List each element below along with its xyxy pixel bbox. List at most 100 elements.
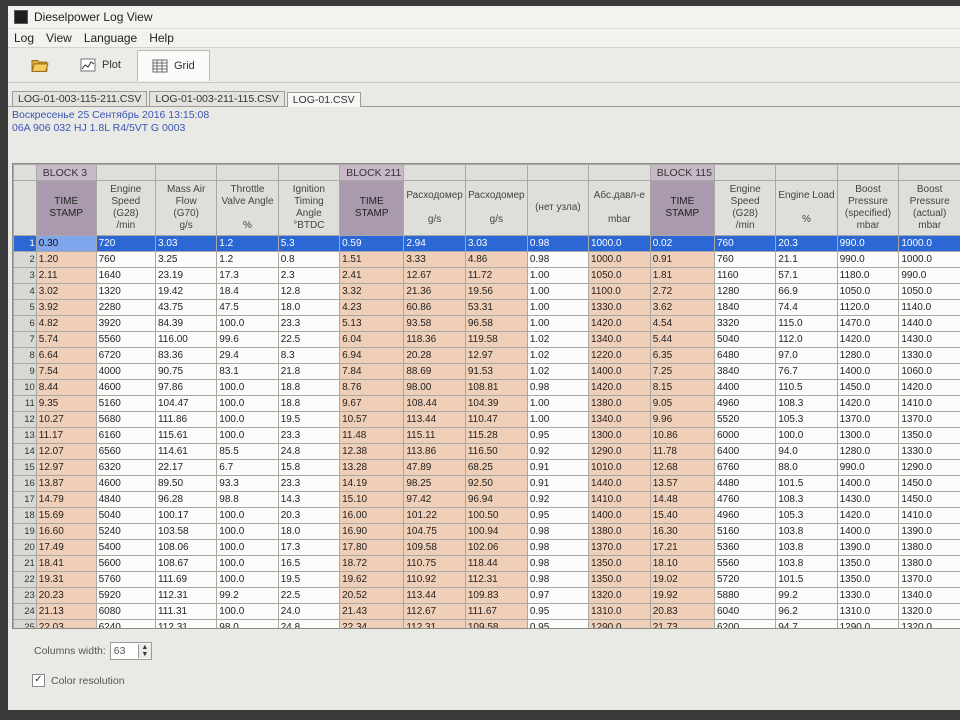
grid-cell[interactable]: 15.10 — [339, 491, 405, 508]
grid-cell[interactable]: 108.81 — [464, 379, 528, 396]
grid-cell[interactable]: 16.90 — [339, 523, 405, 540]
grid-cell[interactable]: 100.0 — [216, 555, 279, 572]
grid-cell[interactable]: 0.98 — [526, 539, 590, 556]
grid-cell[interactable]: 113.44 — [403, 587, 466, 604]
row-number[interactable]: 21 — [13, 555, 37, 572]
grid-cell[interactable]: 19.42 — [154, 283, 218, 300]
grid-cell[interactable]: 93.3 — [216, 475, 279, 492]
grid-cell[interactable]: 6.64 — [35, 347, 97, 364]
grid-cell[interactable]: 6.7 — [216, 459, 279, 476]
grid-cell[interactable]: 8.15 — [649, 379, 715, 396]
grid-cell[interactable]: 1370.0 — [898, 571, 960, 588]
file-tab[interactable]: LOG-01-003-115-211.CSV — [12, 91, 148, 106]
grid-cell[interactable]: 1340.0 — [898, 587, 960, 604]
row-number[interactable]: 15 — [13, 459, 37, 476]
grid-cell[interactable]: 99.2 — [216, 587, 279, 604]
grid-cell[interactable]: 1840 — [713, 299, 777, 316]
color-resolution-checkbox[interactable]: ✓ — [32, 674, 45, 687]
grid-cell[interactable]: 3920 — [95, 315, 156, 332]
grid-cell[interactable]: 21.73 — [649, 619, 715, 628]
row-number[interactable]: 14 — [13, 443, 37, 460]
grid-cell[interactable]: 1.51 — [339, 251, 405, 268]
grid-cell[interactable]: 21.43 — [339, 603, 405, 620]
grid-cell[interactable]: 760 — [95, 251, 156, 268]
grid-cell[interactable]: 7.54 — [35, 363, 97, 380]
grid-cell[interactable]: 89.50 — [154, 475, 218, 492]
grid-cell[interactable]: 0.98 — [526, 523, 590, 540]
table-row[interactable]: 20 17.49 5400 108.06 100.0 17.3 17.80 109.58 102… — [13, 539, 960, 556]
row-number[interactable]: 23 — [13, 587, 37, 604]
grid-cell[interactable]: 66.9 — [775, 283, 838, 300]
grid-cell[interactable]: 111.86 — [154, 411, 218, 428]
grid-cell[interactable]: 1.00 — [526, 395, 590, 412]
grid-cell[interactable]: 91.53 — [464, 363, 528, 380]
grid-cell[interactable]: 0.95 — [526, 619, 590, 628]
grid-cell[interactable]: 5880 — [713, 587, 777, 604]
grid-cell[interactable]: 5.13 — [339, 315, 405, 332]
grid-cell[interactable]: 100.0 — [216, 603, 279, 620]
grid-cell[interactable]: 0.30 — [35, 235, 97, 252]
table-row[interactable]: 3 2.11 1640 23.19 17.3 2.3 2.41 12.67 11.72 1.00 1… — [13, 267, 960, 284]
grid-cell[interactable]: 12.07 — [35, 443, 97, 460]
grid-cell[interactable]: 1400.0 — [836, 363, 900, 380]
grid-cell[interactable]: 1350.0 — [588, 571, 651, 588]
grid-cell[interactable]: 4600 — [95, 475, 156, 492]
plot-button[interactable]: Plot — [66, 50, 135, 80]
grid-cell[interactable]: 5160 — [713, 523, 777, 540]
grid-cell[interactable]: 12.67 — [403, 267, 466, 284]
grid-cell[interactable]: 112.31 — [154, 587, 218, 604]
grid-cell[interactable]: 5560 — [95, 331, 156, 348]
grid-cell[interactable]: 3.03 — [464, 235, 528, 252]
grid-cell[interactable]: 0.98 — [526, 235, 590, 252]
grid-cell[interactable]: 108.3 — [775, 395, 838, 412]
grid-cell[interactable]: 1330.0 — [898, 443, 960, 460]
grid-cell[interactable]: 10.27 — [35, 411, 97, 428]
grid-cell[interactable]: 12.97 — [464, 347, 528, 364]
grid-cell[interactable]: 8.76 — [339, 379, 405, 396]
grid-cell[interactable]: 47.5 — [216, 299, 279, 316]
grid-cell[interactable]: 19.62 — [339, 571, 405, 588]
grid-cell[interactable]: 20.3 — [277, 507, 341, 524]
grid-cell[interactable]: 2.72 — [649, 283, 715, 300]
grid-cell[interactable]: 76.7 — [775, 363, 838, 380]
grid-cell[interactable]: 1420.0 — [836, 507, 900, 524]
table-row[interactable]: 23 20.23 5920 112.31 99.2 22.5 20.52 113.44 109.… — [13, 587, 960, 604]
grid-cell[interactable]: 100.94 — [464, 523, 528, 540]
grid-cell[interactable]: 5040 — [95, 507, 156, 524]
grid-cell[interactable]: 1310.0 — [588, 603, 651, 620]
row-number[interactable]: 20 — [13, 539, 37, 556]
grid-cell[interactable]: 1120.0 — [836, 299, 900, 316]
grid-cell[interactable]: 1440.0 — [898, 315, 960, 332]
grid-cell[interactable]: 101.22 — [403, 507, 466, 524]
grid-cell[interactable]: 88.69 — [403, 363, 466, 380]
grid-cell[interactable]: 0.91 — [526, 459, 590, 476]
grid-cell[interactable]: 1350.0 — [836, 571, 900, 588]
grid-cell[interactable]: 5400 — [95, 539, 156, 556]
grid-cell[interactable]: 5560 — [713, 555, 777, 572]
grid-cell[interactable]: 0.95 — [526, 427, 590, 444]
grid-cell[interactable]: 0.91 — [526, 475, 590, 492]
table-row[interactable]: 10 8.44 4600 97.86 100.0 18.8 8.76 98.00 108.81 0… — [13, 379, 960, 396]
grid-cell[interactable]: 1380.0 — [898, 539, 960, 556]
grid-cell[interactable]: 11.17 — [35, 427, 97, 444]
grid-cell[interactable]: 1420.0 — [588, 315, 651, 332]
grid-cell[interactable]: 96.94 — [464, 491, 528, 508]
column-header[interactable]: Абс.давл-е mbar — [588, 180, 651, 236]
grid-cell[interactable]: 110.47 — [464, 411, 528, 428]
grid-cell[interactable]: 68.25 — [464, 459, 528, 476]
grid-cell[interactable]: 53.31 — [464, 299, 528, 316]
grid-cell[interactable]: 1280.0 — [836, 443, 900, 460]
grid-cell[interactable]: 23.3 — [277, 475, 341, 492]
column-header[interactable]: Engine Load % — [775, 180, 838, 236]
grid-cell[interactable]: 20.3 — [775, 235, 838, 252]
grid-cell[interactable]: 0.92 — [526, 491, 590, 508]
grid-cell[interactable]: 104.39 — [464, 395, 528, 412]
open-log-button[interactable] — [16, 50, 64, 80]
grid-cell[interactable]: 1320.0 — [898, 619, 960, 628]
grid-cell[interactable]: 1280.0 — [836, 347, 900, 364]
grid-cell[interactable]: 4.82 — [35, 315, 97, 332]
grid-cell[interactable]: 13.28 — [339, 459, 405, 476]
grid-cell[interactable]: 5360 — [713, 539, 777, 556]
grid-cell[interactable]: 6720 — [95, 347, 156, 364]
grid-cell[interactable]: 1140.0 — [898, 299, 960, 316]
